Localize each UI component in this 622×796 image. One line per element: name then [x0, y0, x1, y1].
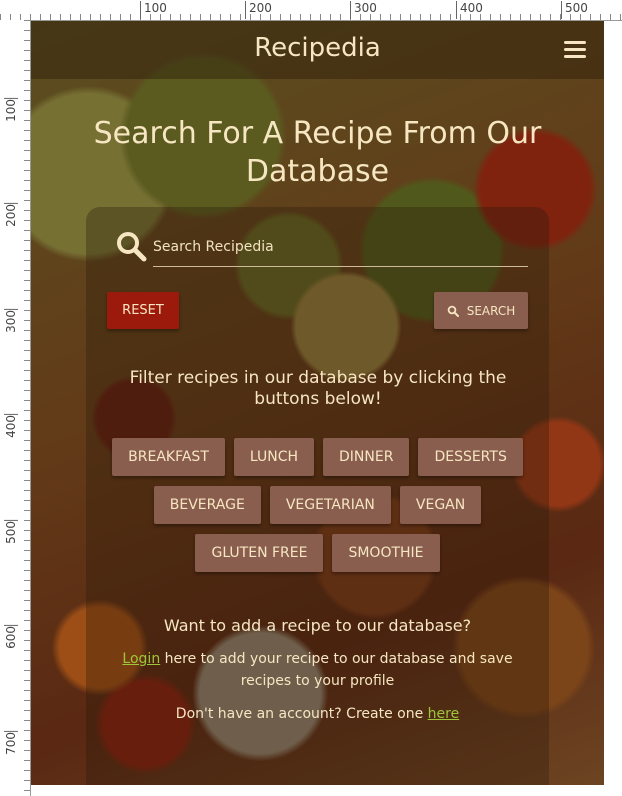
page-bottom-edge: [31, 785, 604, 796]
filter-row: BEVERAGE VEGETARIAN VEGAN: [86, 486, 549, 524]
filter-row: BREAKFAST LUNCH DINNER DESSERTS: [86, 438, 549, 476]
filter-vegan-button[interactable]: VEGAN: [399, 486, 482, 524]
filter-lunch-button[interactable]: LUNCH: [233, 438, 314, 476]
login-link[interactable]: Login: [122, 651, 160, 667]
ruler-label: 500: [561, 1, 588, 19]
search-bar: [113, 226, 531, 271]
search-button[interactable]: SEARCH: [434, 292, 528, 329]
filter-row: GLUTEN FREE SMOOTHIE: [86, 534, 549, 572]
hamburger-menu-icon[interactable]: [564, 41, 586, 59]
search-input[interactable]: [153, 228, 528, 267]
ruler-label: 100: [140, 1, 167, 19]
filter-beverage-button[interactable]: BEVERAGE: [153, 486, 261, 524]
ruler-label: 100: [4, 98, 18, 122]
signup-prompt-text: Don't have an account? Create one: [175, 706, 428, 722]
filter-desserts-button[interactable]: DESSERTS: [418, 438, 523, 476]
filter-instructions: Filter recipes in our database by clicki…: [129, 368, 507, 409]
left-ruler: 100 200 300 400 500 600 700: [0, 20, 31, 796]
filter-dinner-button[interactable]: DINNER: [323, 438, 410, 476]
signup-link[interactable]: here: [428, 706, 460, 722]
search-button-label: SEARCH: [466, 303, 516, 318]
login-prompt-text: here to add your recipe to our database …: [160, 651, 513, 689]
add-recipe-heading: Want to add a recipe to our database?: [163, 616, 472, 635]
scrollbar-track[interactable]: [604, 21, 622, 796]
ruler-label: 300: [4, 309, 18, 333]
brand-logo-text[interactable]: Recipedia: [31, 33, 604, 63]
app-viewport: Recipedia Search For A Recipe From Our D…: [31, 21, 604, 785]
filter-breakfast-button[interactable]: BREAKFAST: [112, 438, 225, 476]
ruler-label: 500: [4, 520, 18, 544]
signup-prompt: Don't have an account? Create one here: [86, 706, 549, 722]
search-icon: [447, 305, 459, 317]
top-ruler: 100 200 300 400 500: [0, 0, 622, 21]
filter-vegetarian-button[interactable]: VEGETARIAN: [269, 486, 391, 524]
ruler-label: 400: [4, 414, 18, 438]
ruler-label: 400: [456, 1, 483, 19]
ruler-label: 600: [4, 625, 18, 649]
ruler-label: 200: [4, 203, 18, 227]
filter-gluten-free-button[interactable]: GLUTEN FREE: [195, 534, 324, 572]
login-prompt: Login here to add your recipe to our dat…: [96, 648, 539, 692]
ruler-label: 300: [350, 1, 377, 19]
navbar: Recipedia: [31, 21, 604, 79]
reset-button[interactable]: RESET: [107, 292, 179, 329]
ruler-label: 700: [4, 731, 18, 755]
filter-smoothie-button[interactable]: SMOOTHIE: [332, 534, 440, 572]
filter-button-group: BREAKFAST LUNCH DINNER DESSERTS BEVERAGE…: [86, 438, 549, 582]
page-title: Search For A Recipe From Our Database: [93, 116, 542, 189]
ruler-label: 200: [245, 1, 272, 19]
search-icon[interactable]: [115, 230, 147, 262]
